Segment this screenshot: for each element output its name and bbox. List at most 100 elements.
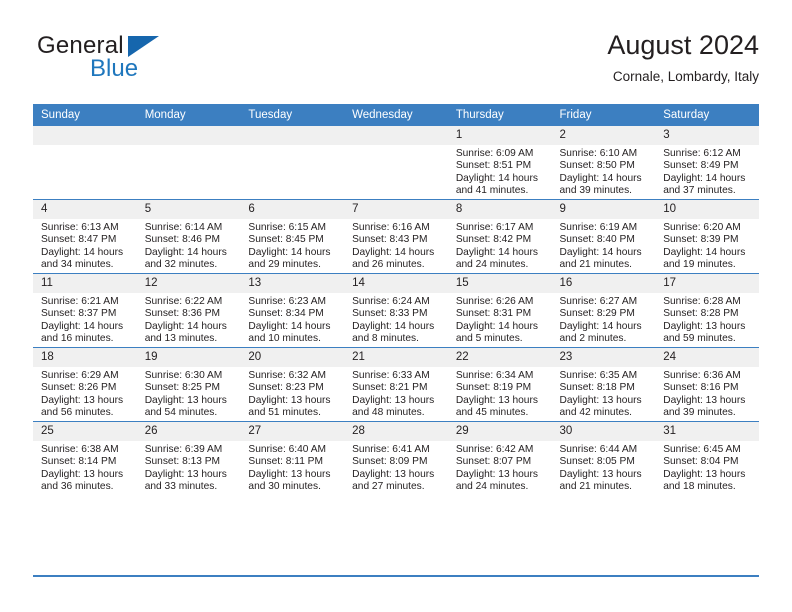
day-details: Sunrise: 6:15 AM Sunset: 8:45 PM Daylight:… xyxy=(240,219,344,272)
weekday-header-monday: Monday xyxy=(136,104,241,126)
day-details: Sunrise: 6:40 AM Sunset: 8:11 PM Daylight:… xyxy=(240,441,344,494)
daylight-text: Daylight: 14 hours and 26 minutes. xyxy=(352,246,435,271)
day-details: Sunrise: 6:20 AM Sunset: 8:39 PM Daylight:… xyxy=(655,219,759,272)
sunset-text: Sunset: 8:16 PM xyxy=(663,382,739,394)
calendar-day-cell[interactable]: 20 Sunrise: 6:32 AM Sunset: 8:23 PM Dayligh… xyxy=(240,347,345,422)
sunset-text: Sunset: 8:39 PM xyxy=(663,234,739,246)
day-details: Sunrise: 6:30 AM Sunset: 8:25 PM Daylight:… xyxy=(137,367,241,420)
calendar-day-cell[interactable]: 19 Sunrise: 6:30 AM Sunset: 8:25 PM Dayligh… xyxy=(136,347,241,422)
calendar-day-cell[interactable]: 26 Sunrise: 6:39 AM Sunset: 8:13 PM Dayligh… xyxy=(136,421,241,495)
sunrise-text: Sunrise: 6:15 AM xyxy=(248,222,326,233)
day-details: Sunrise: 6:35 AM Sunset: 8:18 PM Daylight:… xyxy=(552,367,656,420)
day-number: 31 xyxy=(655,422,759,441)
day-number: 5 xyxy=(136,200,241,219)
calendar-day-cell[interactable]: 17 Sunrise: 6:28 AM Sunset: 8:28 PM Dayligh… xyxy=(655,273,759,348)
calendar-day-cell[interactable]: 18 Sunrise: 6:29 AM Sunset: 8:26 PM Dayligh… xyxy=(33,347,137,422)
page-title: August 2024 xyxy=(607,30,759,60)
calendar-day-cell-empty xyxy=(240,126,345,200)
calendar-day-cell[interactable]: 28 Sunrise: 6:41 AM Sunset: 8:09 PM Dayligh… xyxy=(344,421,448,495)
calendar-day-cell[interactable]: 30 Sunrise: 6:44 AM Sunset: 8:05 PM Dayligh… xyxy=(551,421,656,495)
day-details: Sunrise: 6:33 AM Sunset: 8:21 PM Daylight:… xyxy=(344,367,448,420)
day-number: 4 xyxy=(33,200,137,219)
calendar-day-cell[interactable]: 27 Sunrise: 6:40 AM Sunset: 8:11 PM Dayligh… xyxy=(240,421,345,495)
calendar-day-cell[interactable]: 3 Sunrise: 6:12 AM Sunset: 8:49 PM Daylight… xyxy=(655,126,759,200)
sunset-text: Sunset: 8:29 PM xyxy=(559,308,635,320)
daylight-text: Daylight: 13 hours and 48 minutes. xyxy=(352,394,435,419)
day-details: Sunrise: 6:14 AM Sunset: 8:46 PM Daylight:… xyxy=(137,219,241,272)
calendar-day-cell[interactable]: 2 Sunrise: 6:10 AM Sunset: 8:50 PM Daylight… xyxy=(551,126,656,200)
calendar-day-cell[interactable]: 4 Sunrise: 6:13 AM Sunset: 8:47 PM Daylight… xyxy=(33,199,137,274)
day-number: 23 xyxy=(551,348,656,367)
day-number: 9 xyxy=(551,200,656,219)
sunrise-text: Sunrise: 6:21 AM xyxy=(41,296,119,307)
sunset-text: Sunset: 8:19 PM xyxy=(455,382,532,394)
day-details: Sunrise: 6:28 AM Sunset: 8:28 PM Daylight:… xyxy=(655,293,759,346)
daylight-text: Daylight: 14 hours and 8 minutes. xyxy=(352,320,435,345)
logo-text-blue: Blue xyxy=(90,55,139,82)
sunset-text: Sunset: 8:49 PM xyxy=(663,160,739,172)
day-details: Sunrise: 6:09 AM Sunset: 8:51 PM Daylight:… xyxy=(448,145,552,198)
calendar-day-cell[interactable]: 21 Sunrise: 6:33 AM Sunset: 8:21 PM Dayligh… xyxy=(344,347,448,422)
daylight-text: Daylight: 14 hours and 10 minutes. xyxy=(248,320,331,345)
calendar-day-cell-empty xyxy=(136,126,241,200)
sunset-text: Sunset: 8:42 PM xyxy=(455,234,532,246)
sunset-text: Sunset: 8:11 PM xyxy=(248,456,323,468)
day-number: 24 xyxy=(655,348,759,367)
day-details: Sunrise: 6:34 AM Sunset: 8:19 PM Daylight:… xyxy=(448,367,552,420)
day-number: 6 xyxy=(240,200,345,219)
sunrise-text: Sunrise: 6:28 AM xyxy=(663,296,741,307)
sunrise-text: Sunrise: 6:35 AM xyxy=(559,370,638,381)
calendar-week-row: 1 Sunrise: 6:09 AM Sunset: 8:51 PM Daylight… xyxy=(33,126,759,200)
calendar-day-cell[interactable]: 10 Sunrise: 6:20 AM Sunset: 8:39 PM Dayligh… xyxy=(655,199,759,274)
sunset-text: Sunset: 8:34 PM xyxy=(248,308,324,320)
day-details: Sunrise: 6:44 AM Sunset: 8:05 PM Daylight:… xyxy=(552,441,656,494)
daylight-text: Daylight: 14 hours and 29 minutes. xyxy=(248,246,331,271)
calendar-week-row: 4 Sunrise: 6:13 AM Sunset: 8:47 PM Daylight… xyxy=(33,199,759,274)
day-number: 30 xyxy=(551,422,656,441)
calendar-day-cell[interactable]: 29 Sunrise: 6:42 AM Sunset: 8:07 PM Dayligh… xyxy=(447,421,552,495)
calendar-day-cell[interactable]: 23 Sunrise: 6:35 AM Sunset: 8:18 PM Dayligh… xyxy=(551,347,656,422)
day-number: 1 xyxy=(447,126,552,145)
sunrise-text: Sunrise: 6:41 AM xyxy=(352,444,430,455)
day-number: 12 xyxy=(136,274,241,293)
calendar-day-cell[interactable]: 8 Sunrise: 6:17 AM Sunset: 8:42 PM Daylight… xyxy=(447,199,552,274)
sunset-text: Sunset: 8:07 PM xyxy=(455,456,532,468)
calendar-day-cell[interactable]: 25 Sunrise: 6:38 AM Sunset: 8:14 PM Dayligh… xyxy=(33,421,137,495)
generalblue-logo[interactable]: General Blue xyxy=(33,32,243,90)
sunset-text: Sunset: 8:09 PM xyxy=(352,456,428,468)
calendar-day-cell[interactable]: 24 Sunrise: 6:36 AM Sunset: 8:16 PM Dayligh… xyxy=(655,347,759,422)
day-number: 7 xyxy=(344,200,448,219)
sunset-text: Sunset: 8:37 PM xyxy=(41,308,117,320)
daylight-text: Daylight: 13 hours and 24 minutes. xyxy=(455,468,538,493)
calendar-day-cell[interactable]: 31 Sunrise: 6:45 AM Sunset: 8:04 PM Dayligh… xyxy=(655,421,759,495)
sunrise-text: Sunrise: 6:44 AM xyxy=(559,444,638,455)
sunset-text: Sunset: 8:28 PM xyxy=(663,308,739,320)
calendar-day-cell[interactable]: 13 Sunrise: 6:23 AM Sunset: 8:34 PM Dayligh… xyxy=(240,273,345,348)
sunrise-text: Sunrise: 6:19 AM xyxy=(559,222,638,233)
calendar-day-cell[interactable]: 15 Sunrise: 6:26 AM Sunset: 8:31 PM Dayligh… xyxy=(447,273,552,348)
day-details: Sunrise: 6:13 AM Sunset: 8:47 PM Daylight:… xyxy=(33,219,137,272)
day-details: Sunrise: 6:17 AM Sunset: 8:42 PM Daylight:… xyxy=(448,219,552,272)
day-details: Sunrise: 6:24 AM Sunset: 8:33 PM Daylight:… xyxy=(344,293,448,346)
calendar-day-cell[interactable]: 5 Sunrise: 6:14 AM Sunset: 8:46 PM Daylight… xyxy=(136,199,241,274)
calendar-day-cell[interactable]: 9 Sunrise: 6:19 AM Sunset: 8:40 PM Daylight… xyxy=(551,199,656,274)
calendar-day-cell[interactable]: 7 Sunrise: 6:16 AM Sunset: 8:43 PM Daylight… xyxy=(344,199,448,274)
sunrise-text: Sunrise: 6:10 AM xyxy=(559,148,638,159)
day-number: 10 xyxy=(655,200,759,219)
calendar-day-cell[interactable]: 14 Sunrise: 6:24 AM Sunset: 8:33 PM Dayligh… xyxy=(344,273,448,348)
calendar-day-cell[interactable]: 16 Sunrise: 6:27 AM Sunset: 8:29 PM Dayligh… xyxy=(551,273,656,348)
calendar-day-cell[interactable]: 1 Sunrise: 6:09 AM Sunset: 8:51 PM Daylight… xyxy=(447,126,552,200)
calendar-day-cell[interactable]: 11 Sunrise: 6:21 AM Sunset: 8:37 PM Dayligh… xyxy=(33,273,137,348)
calendar-day-cell[interactable]: 6 Sunrise: 6:15 AM Sunset: 8:45 PM Daylight… xyxy=(240,199,345,274)
day-number: 11 xyxy=(33,274,137,293)
calendar-body: 1 Sunrise: 6:09 AM Sunset: 8:51 PM Daylight… xyxy=(33,126,759,495)
day-number xyxy=(240,126,345,145)
day-number: 16 xyxy=(551,274,656,293)
sunrise-text: Sunrise: 6:17 AM xyxy=(455,222,534,233)
day-number: 21 xyxy=(344,348,448,367)
calendar-day-cell[interactable]: 12 Sunrise: 6:22 AM Sunset: 8:36 PM Dayligh… xyxy=(136,273,241,348)
day-number: 15 xyxy=(447,274,552,293)
weekday-header-thursday: Thursday xyxy=(447,104,552,126)
daylight-text: Daylight: 13 hours and 21 minutes. xyxy=(559,468,642,493)
calendar-day-cell[interactable]: 22 Sunrise: 6:34 AM Sunset: 8:19 PM Dayligh… xyxy=(447,347,552,422)
